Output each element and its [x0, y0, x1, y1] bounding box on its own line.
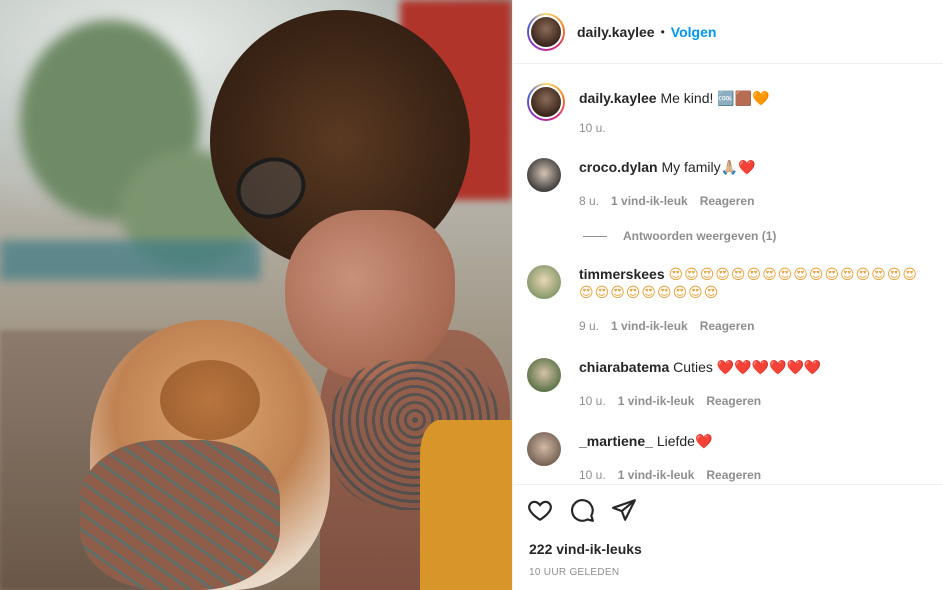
- post-side-panel: daily.kaylee • Volgen daily.kaylee Me ki…: [512, 0, 943, 590]
- comment-likes[interactable]: 1 vind-ik-leuk: [618, 468, 695, 482]
- comment-likes[interactable]: 1 vind-ik-leuk: [618, 394, 695, 408]
- reply-button[interactable]: Reageren: [706, 394, 761, 408]
- comments-list[interactable]: daily.kaylee Me kind! 🆒🟫🧡 10 u. croco.dy…: [513, 64, 943, 484]
- comment-time: 8 u.: [579, 194, 600, 208]
- comment-username[interactable]: chiarabatema: [579, 359, 669, 375]
- comment-text: Cuties: [673, 359, 717, 375]
- caption-username[interactable]: daily.kaylee: [579, 90, 657, 106]
- avatar[interactable]: [527, 12, 565, 51]
- post-header: daily.kaylee • Volgen: [513, 0, 943, 64]
- comment-time: 10 u.: [579, 468, 606, 482]
- speech-bubble-icon[interactable]: [569, 497, 595, 523]
- post-photo[interactable]: [0, 0, 512, 590]
- comment-time: 10 u.: [579, 394, 606, 408]
- comment-text: Liefde: [656, 433, 695, 449]
- reply-button[interactable]: Reageren: [706, 468, 761, 482]
- like-count[interactable]: 222 vind-ik-leuks: [529, 541, 642, 557]
- comment-emoji: 🙏🏼❤️: [720, 159, 756, 175]
- comment-likes[interactable]: 1 vind-ik-leuk: [611, 319, 688, 333]
- comment-emoji: ❤️❤️❤️❤️❤️❤️: [716, 359, 822, 375]
- comment-likes[interactable]: 1 vind-ik-leuk: [611, 194, 688, 208]
- reply-button[interactable]: Reageren: [700, 319, 755, 333]
- avatar[interactable]: [527, 265, 561, 299]
- caption-emoji: 🆒🟫🧡: [717, 90, 770, 106]
- post-username[interactable]: daily.kaylee: [577, 24, 655, 40]
- heart-icon[interactable]: [527, 497, 553, 523]
- view-replies-button[interactable]: Antwoorden weergeven (1): [583, 229, 776, 243]
- comment-username[interactable]: timmerskees: [579, 266, 665, 282]
- comment-username[interactable]: _martiene_: [579, 433, 653, 449]
- separator-dot: •: [660, 24, 665, 39]
- comment-time: 9 u.: [579, 319, 600, 333]
- post-timestamp: 10 uur geleden: [529, 567, 620, 578]
- avatar[interactable]: [527, 83, 565, 121]
- avatar[interactable]: [527, 432, 561, 466]
- paper-plane-icon[interactable]: [611, 497, 637, 523]
- comment-text: My family: [661, 159, 721, 175]
- caption-time: 10 u.: [579, 121, 606, 135]
- comment-emoji: ❤️: [694, 433, 713, 449]
- follow-button[interactable]: Volgen: [671, 24, 717, 40]
- reply-button[interactable]: Reageren: [700, 194, 755, 208]
- post-actions: 222 vind-ik-leuks 10 uur geleden: [513, 484, 943, 590]
- caption-text: Me kind!: [660, 90, 718, 106]
- comment-username[interactable]: croco.dylan: [579, 159, 658, 175]
- avatar[interactable]: [527, 158, 561, 192]
- avatar[interactable]: [527, 358, 561, 392]
